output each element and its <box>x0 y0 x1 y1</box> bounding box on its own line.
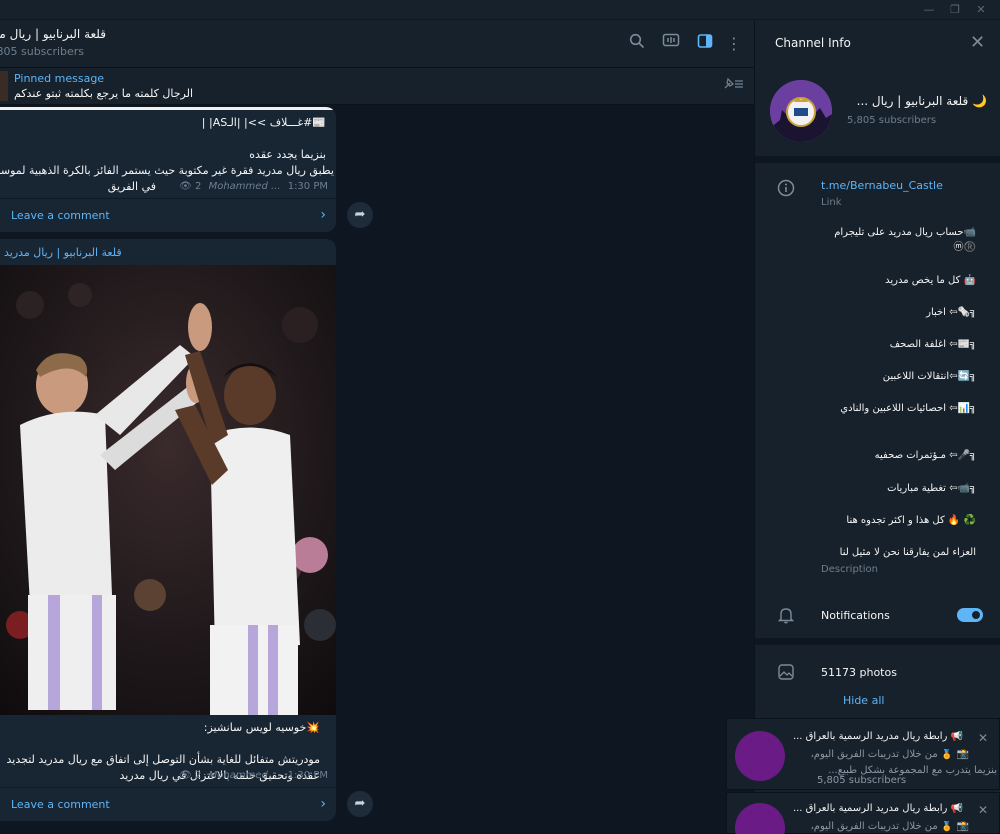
comment-label: Leave a comment <box>11 798 110 811</box>
share-icon: ➦ <box>354 207 366 222</box>
pinned-label: Pinned message <box>14 72 105 85</box>
description-line: ╗📊⇦ احصائيات اللاعبين والنادي <box>840 403 976 414</box>
share-icon: ➦ <box>354 796 366 811</box>
post-meta: 👁 2 Mohammed ... 1:30 PM <box>179 770 328 781</box>
close-icon[interactable]: ✕ <box>978 803 988 817</box>
toast-line: 📸 🏅 من خلال تدريبات الفريق اليوم، <box>810 821 969 832</box>
leave-comment-button[interactable]: Leave a comment › <box>0 787 336 821</box>
pinned-thumbnail <box>0 71 8 101</box>
pin-list-icon[interactable] <box>722 77 744 95</box>
media-edge <box>0 107 336 110</box>
channel-subscribers: 5,805 subscribers <box>847 115 937 126</box>
hide-all-button[interactable]: Hide all <box>843 694 884 707</box>
channel-link[interactable]: t.me/Bernabeu_Castle <box>821 179 943 192</box>
post-line: يطبق ريال مدريد فقرة غير مكتوبة حيث يستم… <box>0 164 334 177</box>
post-sender[interactable]: قلعة البرنابيو | ريال مدريد <box>4 246 122 259</box>
football-players-image <box>0 265 336 715</box>
chat-title: قلعة البرنابيو | ريال مدريد <box>0 27 106 41</box>
minimize-icon[interactable]: — <box>922 3 936 17</box>
sidebar-toggle-icon[interactable] <box>694 33 716 55</box>
more-menu-icon[interactable]: ⋮ <box>723 33 745 55</box>
channel-avatar[interactable] <box>770 80 832 142</box>
views-icon: 👁 <box>179 181 192 192</box>
post-author: Mohammed ... <box>208 770 281 781</box>
notifications-toggle[interactable] <box>957 608 983 622</box>
photos-count[interactable]: 51173 photos <box>821 666 897 679</box>
post-time: 1:30 PM <box>287 770 328 781</box>
notification-toast[interactable]: 📢 رابطة ريال مدريد الرسمية بالعراق ... 📸… <box>726 792 1000 834</box>
photo-icon <box>777 663 795 681</box>
post-line: بنزيما يجدد عقده <box>249 148 326 161</box>
post-meta: 👁 2 Mohammed ... 1:30 PM <box>179 181 328 192</box>
comment-label: Leave a comment <box>11 209 110 222</box>
divider <box>755 156 1000 163</box>
post-line: 💥خوسيه لويس سانشيز: <box>203 721 320 734</box>
toast-title: 📢 رابطة ريال مدريد الرسمية بالعراق ... <box>793 803 963 814</box>
description-line: 🤖 كل ما يخص مدريد <box>885 275 976 286</box>
post-time: 1:30 PM <box>287 181 328 192</box>
chevron-right-icon: › <box>320 207 326 223</box>
search-icon[interactable] <box>626 33 648 55</box>
post-author: Mohammed ... <box>208 181 281 192</box>
post-line: 📰#غـــلاف >>| |الـAS| | <box>201 116 326 129</box>
views-count: 2 <box>195 181 202 192</box>
channel-post[interactable]: قلعة البرنابيو | ريال مدريد 💥خوسيه لويس … <box>0 239 336 821</box>
channel-post[interactable]: 📰#غـــلاف >>| |الـAS| | بنزيما يجدد عقده… <box>0 107 336 232</box>
description-line: ♻️ 🔥 كل هذا و اكثر تجدوه هنا <box>846 515 976 526</box>
chat-header[interactable]: قلعة البرنابيو | ريال مدريد 5,805 subscr… <box>0 20 754 68</box>
pinned-message-bar[interactable]: Pinned message الرجال كلمته ما يرجع بكلم… <box>0 68 754 105</box>
restore-icon[interactable]: ❐ <box>948 3 962 17</box>
views-icon: 👁 <box>179 770 192 781</box>
chevron-right-icon: › <box>320 796 326 812</box>
toast-subscribers: 5,805 subscribers <box>817 775 907 786</box>
channel-info-panel: Channel Info ✕ 🌙 قلعة البرنابيو | ريال .… <box>754 20 1000 834</box>
link-label: Link <box>821 197 842 208</box>
channel-name: 🌙 قلعة البرنابيو | ريال ... <box>856 94 987 108</box>
panel-title: Channel Info <box>775 36 851 50</box>
leave-comment-button[interactable]: Leave a comment › <box>0 198 336 232</box>
description-line: العزاء لمن يفارقنا نحن لا مثيل لنا <box>839 547 976 558</box>
notification-toast[interactable]: 📢 رابطة ريال مدريد الرسمية بالعراق ... 📸… <box>726 718 1000 790</box>
toast-line: 📸 🏅 من خلال تدريبات الفريق اليوم، <box>810 749 969 760</box>
toast-title: 📢 رابطة ريال مدريد الرسمية بالعراق ... <box>793 731 963 742</box>
bell-icon <box>777 606 795 624</box>
info-icon <box>777 179 795 197</box>
pinned-text: الرجال كلمته ما يرجع بكلمته ثبتو عندكم <box>14 87 194 100</box>
description-label: Description <box>821 564 878 575</box>
description-line: ╗📹⇦ تغطية مباريات <box>887 483 976 494</box>
chat-subscribers: 5,805 subscribers <box>0 45 85 58</box>
share-button[interactable]: ➦ <box>347 791 373 817</box>
description-line: ╗🔄⇦انتقالات اللاعبين <box>882 371 976 382</box>
video-chat-icon[interactable] <box>660 33 682 55</box>
telegram-window: — ❐ ✕ قلعة البرنابيو | ريال مدريد 5,805 … <box>0 0 1000 834</box>
share-button[interactable]: ➦ <box>347 202 373 228</box>
post-line: في الفريق <box>107 180 156 193</box>
description-line: ╗🎤⇦ مـؤتمرات صحفيه <box>874 450 976 461</box>
close-icon[interactable]: ✕ <box>970 32 985 53</box>
notifications-label: Notifications <box>821 609 890 622</box>
divider <box>755 638 1000 645</box>
description-line: 📹حساب ريال مدريد على تليجرام ®️ⓜ️ <box>834 227 976 253</box>
close-icon[interactable]: ✕ <box>978 731 988 745</box>
description-line: ╗📰⇦ اغلفة الصحف <box>889 339 976 350</box>
views-count: 2 <box>195 770 202 781</box>
close-window-icon[interactable]: ✕ <box>974 3 988 17</box>
post-photo[interactable] <box>0 265 336 715</box>
title-bar: — ❐ ✕ <box>0 0 1000 20</box>
description-line: ╗🗞️⇦ اخبار <box>926 307 976 318</box>
